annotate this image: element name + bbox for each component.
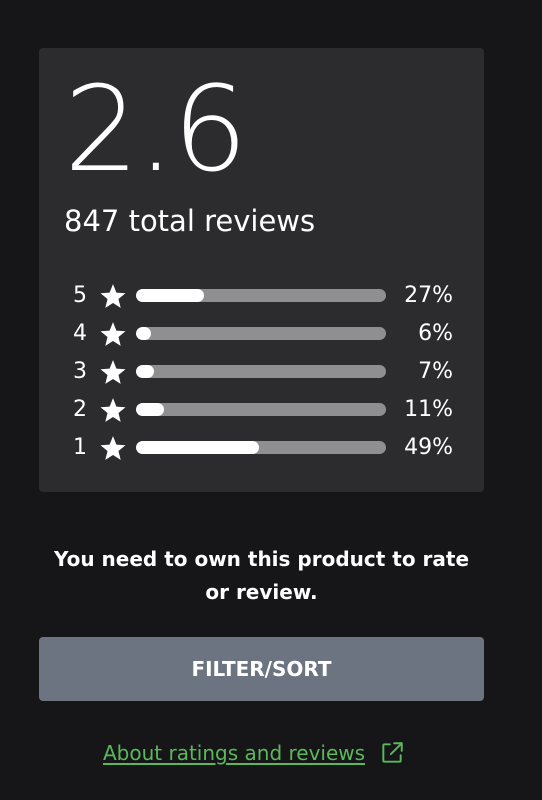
star-icon bbox=[100, 322, 126, 346]
about-ratings-link[interactable]: About ratings and reviews bbox=[103, 736, 405, 770]
about-ratings-link-label: About ratings and reviews bbox=[103, 741, 366, 765]
rating-row-percent: 27% bbox=[404, 283, 453, 308]
rating-row-2: 2 11% bbox=[39, 392, 484, 428]
average-rating: 2.6 bbox=[64, 60, 248, 198]
rating-row-percent: 49% bbox=[404, 435, 453, 460]
rating-row-1: 1 49% bbox=[39, 430, 484, 466]
rating-row-star-count: 4 bbox=[73, 321, 87, 346]
ratings-page: 2.6 847 total reviews 5 27% 4 6% 3 7% 2 … bbox=[0, 0, 542, 800]
external-link-icon bbox=[382, 742, 403, 763]
rating-bar-track bbox=[136, 365, 386, 378]
rating-row-star-count: 1 bbox=[73, 435, 87, 460]
rating-bar-fill bbox=[136, 403, 164, 416]
rating-row-percent: 6% bbox=[418, 321, 453, 346]
rating-bar-fill bbox=[136, 289, 204, 302]
rating-summary-card: 2.6 847 total reviews 5 27% 4 6% 3 7% 2 … bbox=[39, 48, 484, 492]
total-reviews-count: 847 total reviews bbox=[64, 204, 316, 238]
rating-bar-fill bbox=[136, 327, 151, 340]
rating-bar-track bbox=[136, 289, 386, 302]
star-icon bbox=[100, 284, 126, 308]
rating-row-star-count: 2 bbox=[73, 397, 87, 422]
rating-bar-track bbox=[136, 327, 386, 340]
rating-bar-fill bbox=[136, 441, 259, 454]
rating-bar-fill bbox=[136, 365, 154, 378]
rating-row-star-count: 3 bbox=[73, 359, 87, 384]
rating-row-3: 3 7% bbox=[39, 354, 484, 390]
rating-bar-track bbox=[136, 441, 386, 454]
rating-row-4: 4 6% bbox=[39, 316, 484, 352]
rating-row-5: 5 27% bbox=[39, 278, 484, 314]
filter-sort-button[interactable]: FILTER/SORT bbox=[39, 637, 484, 701]
star-icon bbox=[100, 360, 126, 384]
ownership-required-message: You need to own this product to rate or … bbox=[53, 547, 470, 604]
rating-row-percent: 11% bbox=[404, 397, 453, 422]
rating-row-percent: 7% bbox=[418, 359, 453, 384]
star-icon bbox=[100, 398, 126, 422]
rating-bar-track bbox=[136, 403, 386, 416]
star-icon bbox=[100, 436, 126, 460]
rating-row-star-count: 5 bbox=[73, 283, 87, 308]
